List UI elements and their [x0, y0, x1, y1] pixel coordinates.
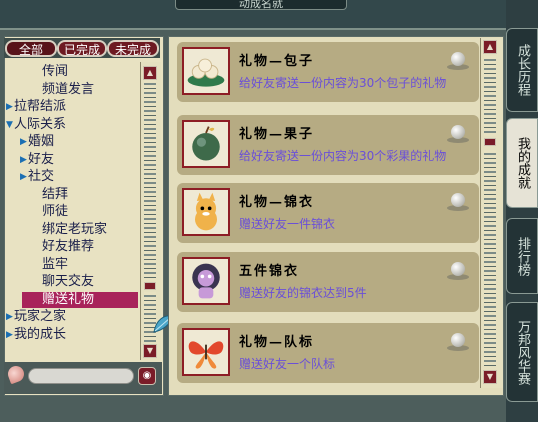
- tree-item[interactable]: 好友推荐: [42, 239, 94, 255]
- category-scroll-down-button[interactable]: ▼: [143, 344, 157, 358]
- expand-arrow-icon[interactable]: ▶: [6, 309, 13, 325]
- steamed-bun-icon: [182, 47, 230, 95]
- achievement-title: 五件锦衣: [239, 264, 300, 279]
- achievement-scroll-up-button[interactable]: ▲: [483, 40, 497, 54]
- achievement-scroll-pattern-lower: [484, 150, 496, 366]
- filter-incomplete-button[interactable]: 未完成: [107, 40, 159, 57]
- achievement-description: 给好友寄送一份内容为30个包子的礼物: [239, 76, 447, 90]
- tree-item[interactable]: 玩家之家: [14, 309, 66, 325]
- tree-item[interactable]: 绑定老玩家: [42, 222, 107, 238]
- pearl-icon: [451, 193, 465, 207]
- achievement-title: 礼物—果子: [239, 127, 315, 142]
- tree-item[interactable]: 师徒: [42, 204, 68, 220]
- category-scroll-up-button[interactable]: ▲: [143, 66, 157, 80]
- tree-item[interactable]: 婚姻: [28, 134, 54, 150]
- achievement-description: 赠送好友一个队标: [239, 357, 336, 371]
- tree-item[interactable]: 好友: [28, 152, 54, 168]
- search-input[interactable]: [28, 368, 134, 384]
- category-tree: 传闻 频道发言 ▶ 拉帮结派 ▼ 人际关系 ▶ 婚姻 ▶ 好友 ▶ 社交 结拜 师徒 绑定老玩家 好友推荐 监牢…: [6, 64, 138, 360]
- achievement-card[interactable]: 礼物—锦衣赠送好友一件锦衣: [177, 183, 479, 243]
- achievement-card[interactable]: 五件锦衣赠送好友的锦衣达到5件: [177, 252, 479, 312]
- expand-arrow-icon[interactable]: ▶: [20, 169, 27, 185]
- expand-arrow-icon[interactable]: ▶: [20, 134, 27, 150]
- tree-item[interactable]: 社交: [28, 169, 54, 185]
- window-title: 动成名就: [175, 0, 347, 10]
- pearl-icon: [451, 262, 465, 276]
- expand-arrow-icon[interactable]: ▶: [20, 152, 27, 168]
- tab-wanbang-contest[interactable]: 万邦风华赛: [506, 302, 538, 402]
- lion-costume-icon: [182, 257, 230, 305]
- pearl-icon: [451, 125, 465, 139]
- expand-arrow-icon[interactable]: ▶: [6, 99, 13, 115]
- achievement-title: 礼物—队标: [239, 335, 315, 350]
- tree-item[interactable]: 频道发言: [42, 82, 94, 98]
- achievement-description: 赠送好友一件锦衣: [239, 217, 336, 231]
- achievement-scroll-pattern: [484, 56, 496, 136]
- filter-all-button[interactable]: 全部: [5, 40, 57, 57]
- achievement-window: 动成名就 全部 已完成 未完成 传闻 频道发言 ▶ 拉帮结派 ▼ 人际关系 ▶ 婚姻 ▶ 好友 ▶ 社…: [0, 0, 538, 422]
- pearl-icon: [451, 52, 465, 66]
- tree-item[interactable]: 监牢: [42, 257, 68, 273]
- cat-costume-icon: [182, 188, 230, 236]
- achievement-title: 礼物—锦衣: [239, 195, 315, 210]
- search-button[interactable]: ◉: [138, 367, 156, 385]
- expand-arrow-icon[interactable]: ▶: [6, 327, 13, 343]
- tree-item[interactable]: 传闻: [42, 64, 68, 80]
- category-scroll-thumb[interactable]: [144, 282, 156, 290]
- achievement-description: 赠送好友的锦衣达到5件: [239, 286, 367, 300]
- tab-growth-history[interactable]: 成长历程: [506, 28, 538, 112]
- category-scroll-pattern: [144, 80, 156, 280]
- filter-completed-button[interactable]: 已完成: [57, 40, 107, 57]
- tree-item[interactable]: 我的成长: [14, 327, 66, 343]
- achievement-card[interactable]: 礼物—包子给好友寄送一份内容为30个包子的礼物: [177, 42, 479, 102]
- achievement-description: 给好友寄送一份内容为30个彩果的礼物: [239, 149, 447, 163]
- tab-leaderboard[interactable]: 排行榜: [506, 218, 538, 294]
- tree-item[interactable]: 结拜: [42, 187, 68, 203]
- achievement-title: 礼物—包子: [239, 54, 315, 69]
- tree-item[interactable]: 赠送礼物: [22, 291, 138, 308]
- achievement-card[interactable]: 礼物—果子给好友寄送一份内容为30个彩果的礼物: [177, 115, 479, 175]
- tree-item[interactable]: 聊天交友: [42, 274, 94, 290]
- fruit-icon: [182, 120, 230, 168]
- tab-my-achievements[interactable]: 我的成就: [506, 118, 538, 208]
- pearl-icon: [451, 333, 465, 347]
- tree-item[interactable]: 人际关系: [14, 117, 66, 133]
- achievement-scroll-down-button[interactable]: ▼: [483, 370, 497, 384]
- collapse-arrow-icon[interactable]: ▼: [6, 117, 13, 133]
- butterfly-icon: [182, 328, 230, 376]
- achievement-card[interactable]: 礼物—队标赠送好友一个队标: [177, 323, 479, 383]
- achievement-scroll-thumb[interactable]: [484, 138, 496, 146]
- tree-item[interactable]: 拉帮结派: [14, 99, 66, 115]
